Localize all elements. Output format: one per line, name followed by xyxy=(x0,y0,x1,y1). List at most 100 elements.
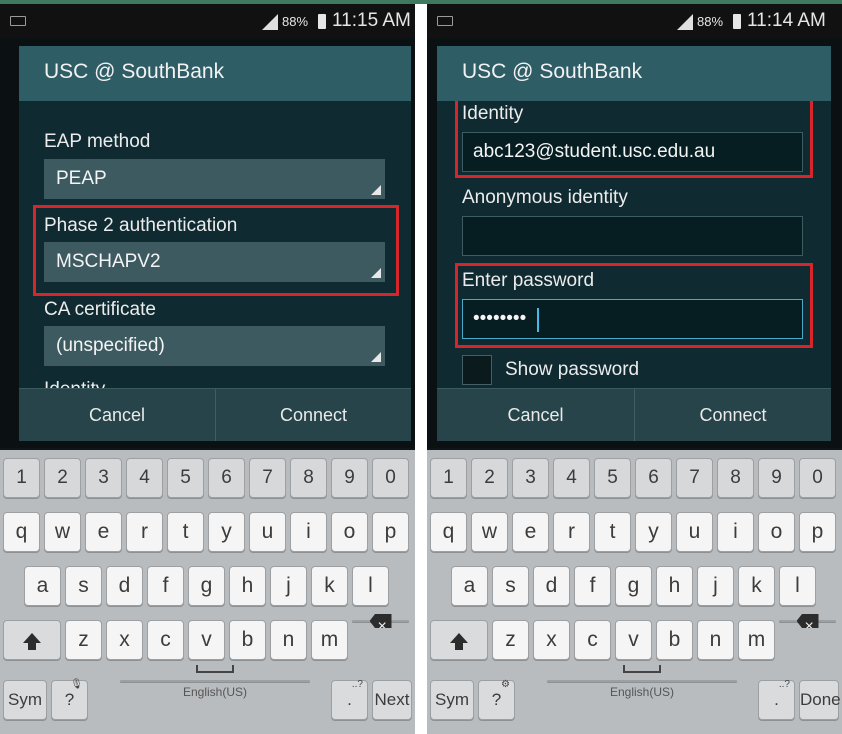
key-7[interactable]: 7 xyxy=(676,458,713,498)
key-n[interactable]: n xyxy=(697,620,734,660)
key-o[interactable]: o xyxy=(331,512,368,552)
voice-question-key[interactable]: ? 🎙 xyxy=(51,679,88,720)
key-u[interactable]: u xyxy=(249,512,286,552)
key-2[interactable]: 2 xyxy=(44,458,81,498)
key-3[interactable]: 3 xyxy=(512,458,549,498)
key-i[interactable]: i xyxy=(290,512,327,552)
key-2[interactable]: 2 xyxy=(471,458,508,498)
connect-button[interactable]: Connect xyxy=(634,389,831,441)
key-k[interactable]: k xyxy=(311,566,348,606)
key-v[interactable]: v xyxy=(615,620,652,660)
key-q[interactable]: q xyxy=(430,512,467,552)
sym-key[interactable]: Sym xyxy=(3,680,47,720)
key-e[interactable]: e xyxy=(85,512,122,552)
key-f[interactable]: f xyxy=(574,566,611,606)
key-5[interactable]: 5 xyxy=(594,458,631,498)
key-f[interactable]: f xyxy=(147,566,184,606)
key-l[interactable]: l xyxy=(779,566,816,606)
anonymous-identity-input[interactable] xyxy=(462,216,803,256)
key-x[interactable]: x xyxy=(106,620,143,660)
cancel-button[interactable]: Cancel xyxy=(437,389,634,441)
key-o[interactable]: o xyxy=(758,512,795,552)
eap-method-select[interactable]: PEAP xyxy=(44,159,385,199)
key-0[interactable]: 0 xyxy=(372,458,409,498)
next-key[interactable]: Next xyxy=(372,680,412,720)
key-8[interactable]: 8 xyxy=(290,458,327,498)
key-l[interactable]: l xyxy=(352,566,389,606)
key-r[interactable]: r xyxy=(553,512,590,552)
key-a[interactable]: a xyxy=(451,566,488,606)
key-c[interactable]: c xyxy=(574,620,611,660)
bottom-row: Sym ? 🎙 English(US) . ..? Next xyxy=(0,665,415,720)
key-i[interactable]: i xyxy=(717,512,754,552)
key-t[interactable]: t xyxy=(594,512,631,552)
key-w[interactable]: w xyxy=(44,512,81,552)
key-t[interactable]: t xyxy=(167,512,204,552)
letter-row-1: q w e r t y u i o p xyxy=(0,512,415,552)
space-key[interactable]: English(US) xyxy=(120,665,310,699)
key-m[interactable]: m xyxy=(311,620,348,660)
key-6[interactable]: 6 xyxy=(635,458,672,498)
wifi-dialog: USC @ SouthBank EAP method PEAP Phase 2 … xyxy=(19,46,411,441)
key-x[interactable]: x xyxy=(533,620,570,660)
sym-key[interactable]: Sym xyxy=(430,680,474,720)
connect-button[interactable]: Connect xyxy=(215,389,411,441)
key-c[interactable]: c xyxy=(147,620,184,660)
key-m[interactable]: m xyxy=(738,620,775,660)
backspace-key[interactable] xyxy=(352,614,409,628)
key-j[interactable]: j xyxy=(270,566,307,606)
shift-key[interactable] xyxy=(3,620,61,660)
key-q[interactable]: q xyxy=(3,512,40,552)
key-k[interactable]: k xyxy=(738,566,775,606)
key-d[interactable]: d xyxy=(106,566,143,606)
key-4[interactable]: 4 xyxy=(126,458,163,498)
key-3[interactable]: 3 xyxy=(85,458,122,498)
key-h[interactable]: h xyxy=(656,566,693,606)
key-g[interactable]: g xyxy=(615,566,652,606)
key-s[interactable]: s xyxy=(65,566,102,606)
space-key[interactable]: English(US) xyxy=(547,665,737,699)
key-6[interactable]: 6 xyxy=(208,458,245,498)
key-y[interactable]: y xyxy=(635,512,672,552)
key-p[interactable]: p xyxy=(799,512,836,552)
number-row: 1 2 3 4 5 6 7 8 9 0 xyxy=(427,458,842,498)
key-n[interactable]: n xyxy=(270,620,307,660)
key-5[interactable]: 5 xyxy=(167,458,204,498)
key-b[interactable]: b xyxy=(229,620,266,660)
key-g[interactable]: g xyxy=(188,566,225,606)
done-key[interactable]: Done xyxy=(799,680,841,720)
period-key[interactable]: . ..? xyxy=(331,679,368,720)
key-y[interactable]: y xyxy=(208,512,245,552)
key-1[interactable]: 1 xyxy=(3,458,40,498)
key-r[interactable]: r xyxy=(126,512,163,552)
key-h[interactable]: h xyxy=(229,566,266,606)
ca-certificate-select[interactable]: (unspecified) xyxy=(44,326,385,366)
key-a[interactable]: a xyxy=(24,566,61,606)
settings-question-key[interactable]: ? ⚙ xyxy=(478,679,515,720)
key-j[interactable]: j xyxy=(697,566,734,606)
key-9[interactable]: 9 xyxy=(331,458,368,498)
show-password-checkbox[interactable] xyxy=(462,355,492,385)
key-9[interactable]: 9 xyxy=(758,458,795,498)
key-1[interactable]: 1 xyxy=(430,458,467,498)
shift-key[interactable] xyxy=(430,620,488,660)
dialog-body[interactable]: EAP method PEAP Phase 2 authentication M… xyxy=(19,101,411,388)
key-z[interactable]: z xyxy=(65,620,102,660)
key-7[interactable]: 7 xyxy=(249,458,286,498)
key-s[interactable]: s xyxy=(492,566,529,606)
key-p[interactable]: p xyxy=(372,512,409,552)
key-b[interactable]: b xyxy=(656,620,693,660)
key-d[interactable]: d xyxy=(533,566,570,606)
cancel-button[interactable]: Cancel xyxy=(19,389,215,441)
key-e[interactable]: e xyxy=(512,512,549,552)
key-u[interactable]: u xyxy=(676,512,713,552)
key-4[interactable]: 4 xyxy=(553,458,590,498)
key-0[interactable]: 0 xyxy=(799,458,836,498)
backspace-key[interactable] xyxy=(779,614,836,628)
key-v[interactable]: v xyxy=(188,620,225,660)
key-w[interactable]: w xyxy=(471,512,508,552)
dialog-body[interactable]: Identity abc123@student.usc.edu.au Anony… xyxy=(437,101,831,388)
key-z[interactable]: z xyxy=(492,620,529,660)
key-8[interactable]: 8 xyxy=(717,458,754,498)
period-key[interactable]: . ..? xyxy=(758,679,795,720)
